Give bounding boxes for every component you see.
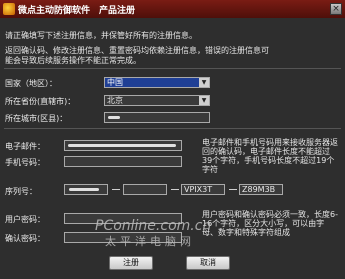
province-label: 所在省份(直辖市)： bbox=[5, 97, 76, 106]
serial-separator bbox=[171, 189, 179, 190]
confirm-password-label: 确认密码： bbox=[5, 234, 45, 243]
app-logo-icon bbox=[3, 3, 15, 15]
serial-separator bbox=[229, 189, 237, 190]
email-field[interactable] bbox=[64, 140, 182, 151]
serial-field-2[interactable] bbox=[123, 184, 167, 195]
email-phone-note: 电子邮件和手机号码用来接收服务器返回的确认码，电子邮件长度不能超过39个字符，手… bbox=[202, 138, 338, 174]
watermark-cn: 太平洋电脑网 bbox=[105, 235, 195, 248]
serial-label: 序列号： bbox=[5, 187, 37, 196]
province-value: 北京 bbox=[107, 96, 123, 105]
redacted-scribble bbox=[69, 188, 99, 191]
chevron-down-icon[interactable]: ▼ bbox=[199, 96, 209, 105]
redacted-scribble bbox=[68, 144, 176, 147]
serial-field-1[interactable] bbox=[64, 184, 108, 195]
country-label: 国家（地区）： bbox=[5, 79, 57, 88]
serial-separator bbox=[112, 189, 120, 190]
close-button[interactable]: × bbox=[330, 3, 342, 15]
serial-part-4: Z89M3B bbox=[242, 185, 276, 194]
password-note: 用户密码和确认密码必须一致，长度6-16个字符，区分大小写，可以由字母、数字和特… bbox=[202, 210, 338, 237]
redacted-scribble bbox=[108, 116, 120, 119]
country-value: 中国 bbox=[107, 78, 123, 87]
register-button[interactable]: 注册 bbox=[109, 256, 153, 270]
email-label: 电子邮件： bbox=[5, 142, 45, 151]
watermark-site: PConline.com.cn bbox=[95, 218, 212, 234]
password-label: 用户密码： bbox=[5, 215, 45, 224]
intro-text-line3: 能会导致后续服务操作不能正常完成。 bbox=[5, 56, 141, 65]
city-field[interactable] bbox=[104, 112, 210, 123]
window-title: 微点主动防御软件 产品注册 bbox=[18, 6, 136, 16]
city-label: 所在城市(区县)： bbox=[5, 114, 68, 123]
divider bbox=[4, 68, 341, 69]
registration-panel: 请正确填写下述注册信息，并保管好所有的注册信息。 返回确认码、修改注册信息、重置… bbox=[0, 18, 345, 279]
intro-text-line1: 请正确填写下述注册信息，并保管好所有的注册信息。 bbox=[5, 31, 197, 40]
phone-field[interactable] bbox=[64, 156, 182, 167]
divider bbox=[4, 128, 341, 129]
cancel-button[interactable]: 取消 bbox=[186, 256, 230, 270]
chevron-down-icon[interactable]: ▼ bbox=[199, 78, 209, 87]
phone-label: 手机号码： bbox=[5, 158, 45, 167]
province-select[interactable]: 北京 ▼ bbox=[104, 95, 210, 106]
serial-field-3[interactable]: VPIX3T bbox=[181, 184, 225, 195]
country-select[interactable]: 中国 ▼ bbox=[104, 77, 210, 88]
serial-part-3: VPIX3T bbox=[184, 185, 213, 194]
serial-field-4[interactable]: Z89M3B bbox=[239, 184, 283, 195]
title-bar: 微点主动防御软件 产品注册 × bbox=[0, 0, 345, 19]
